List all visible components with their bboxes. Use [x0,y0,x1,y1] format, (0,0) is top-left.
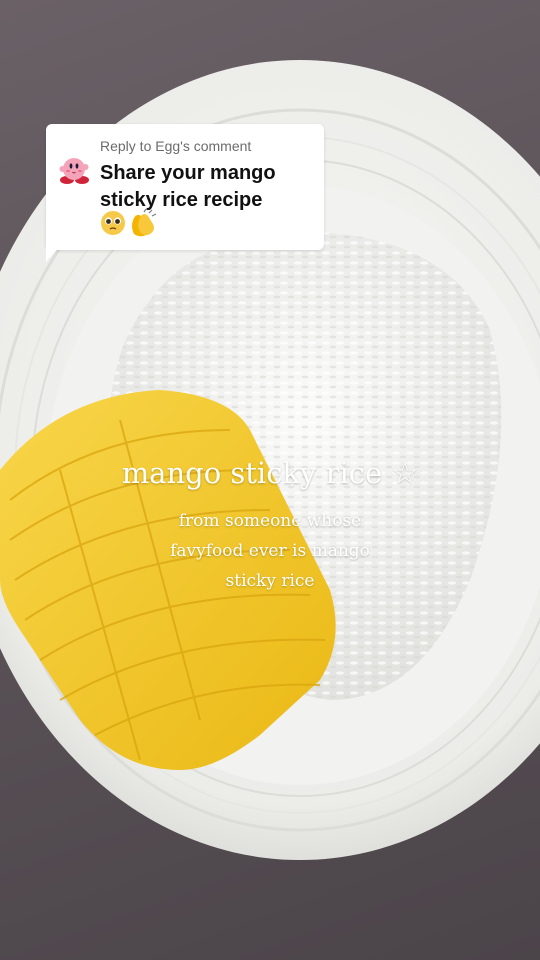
overlay-title: mango sticky rice ☆ [0,456,540,491]
reply-emoji-row [101,208,157,237]
pleading-face-emoji-icon [101,211,125,235]
reply-comment-text: Share your mango sticky rice recipe [100,162,276,211]
overlay-subtitle-line: from someone whose [178,511,362,531]
overlay-title-text: mango sticky rice [121,456,383,490]
overlay-subtitle: from someone whose favyfood ever is mang… [120,506,420,596]
reply-label: Reply to Egg's comment [100,138,252,154]
star-outline-icon: ☆ [391,456,419,491]
clapping-hands-emoji-icon [132,208,157,237]
overlay-subtitle-line: sticky rice [225,571,315,591]
overlay-subtitle-line: favyfood ever is mango [170,541,370,561]
kirby-avatar-icon [59,158,89,184]
video-frame: Reply to Egg's comment Share your mango … [0,0,540,960]
reply-comment-card[interactable]: Reply to Egg's comment Share your mango … [46,124,324,250]
reply-card-tail [46,244,62,262]
